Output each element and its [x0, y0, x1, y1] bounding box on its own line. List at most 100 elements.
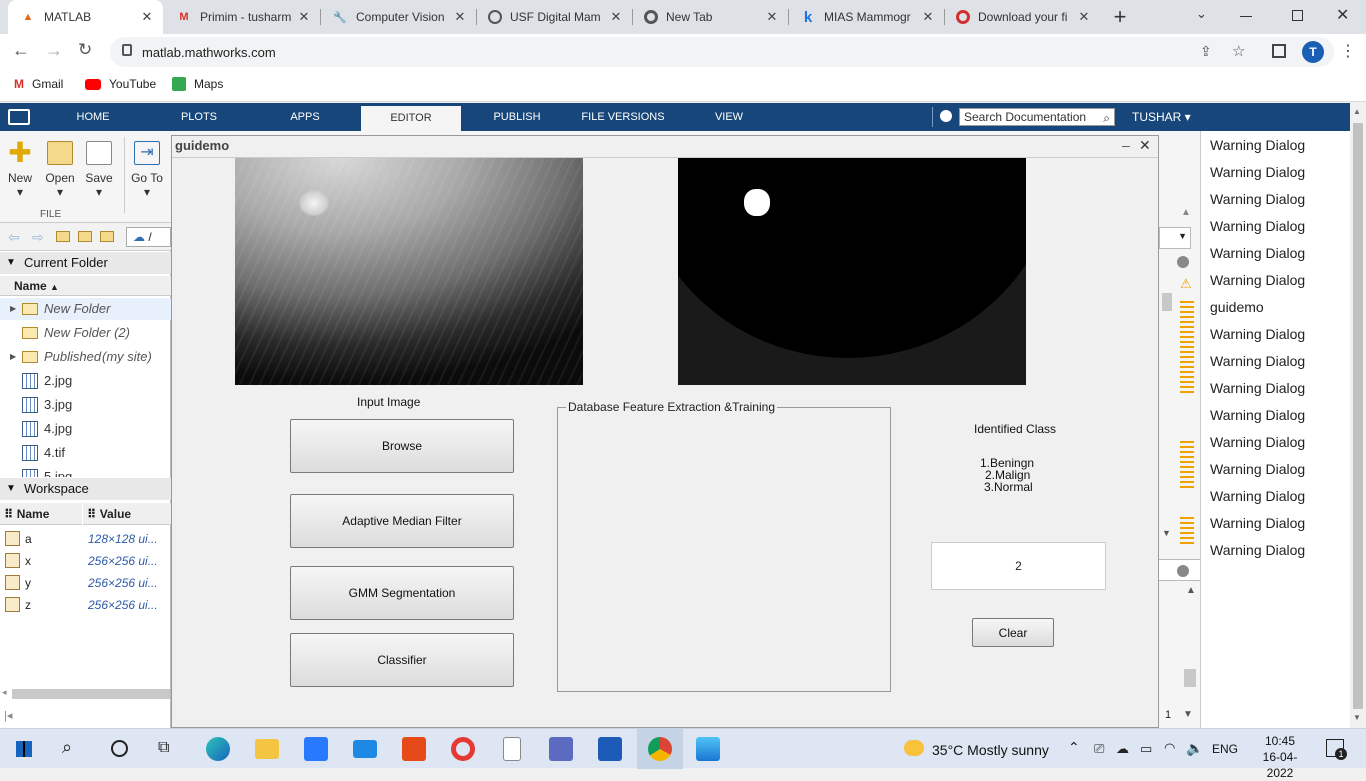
tab-matlab[interactable]: ▲ MATLAB ✕: [8, 0, 163, 34]
workspace-row[interactable]: z 256×256 ui...: [0, 594, 171, 616]
forward-icon[interactable]: →: [45, 40, 63, 61]
clear-button[interactable]: Clear: [972, 618, 1054, 647]
document-icon[interactable]: [503, 737, 521, 761]
tab-publish[interactable]: PUBLISH: [482, 103, 552, 131]
edge-icon[interactable]: [206, 737, 230, 761]
classifier-button[interactable]: Classifier: [290, 633, 514, 687]
tab-new-tab[interactable]: New Tab ✕: [636, 0, 786, 34]
tab-download[interactable]: Download your fi ✕: [948, 0, 1098, 34]
store-icon[interactable]: [304, 737, 328, 761]
tab-computer-vision[interactable]: 🔧 Computer Vision ✕: [324, 0, 474, 34]
result-output-field[interactable]: 2: [931, 542, 1106, 590]
notification-icon[interactable]: 1: [1326, 739, 1347, 760]
browse-button[interactable]: Browse: [290, 419, 514, 473]
close-icon[interactable]: ✕: [296, 9, 312, 25]
ws-value-column[interactable]: ⠿ Value: [83, 503, 171, 525]
volume-icon[interactable]: 🔈: [1186, 740, 1203, 757]
workspace-row[interactable]: a 128×128 ui...: [0, 528, 171, 550]
editor-dropdown[interactable]: ▼: [1159, 227, 1191, 249]
open-button[interactable]: Open ▾: [40, 137, 80, 199]
chevron-down-icon[interactable]: [1177, 565, 1189, 577]
new-button[interactable]: ✚ New ▾: [0, 137, 40, 200]
figure-list-item[interactable]: Warning Dialog: [1210, 407, 1305, 423]
minimize-icon[interactable]: –: [1122, 137, 1130, 153]
close-icon[interactable]: ✕: [608, 9, 624, 25]
figure-list-item[interactable]: guidemo: [1210, 299, 1264, 315]
search-folder-icon[interactable]: [100, 231, 114, 242]
chrome-taskbar-active[interactable]: [637, 729, 683, 769]
reload-icon[interactable]: ↻: [78, 40, 92, 60]
meet-now-icon[interactable]: ⎚: [1094, 741, 1104, 757]
figure-list-item[interactable]: Warning Dialog: [1210, 542, 1305, 558]
language-indicator[interactable]: ENG: [1212, 742, 1238, 756]
new-tab-button[interactable]: +: [1108, 4, 1132, 30]
close-icon[interactable]: ✕: [764, 9, 780, 25]
figure-list-item[interactable]: Warning Dialog: [1210, 461, 1305, 477]
scroll-up-icon[interactable]: ▲: [1186, 585, 1196, 596]
back-icon[interactable]: ←: [12, 40, 30, 61]
opera-icon[interactable]: [451, 737, 475, 761]
tab-plots[interactable]: PLOTS: [164, 103, 234, 131]
expand-icon[interactable]: ▶: [10, 346, 16, 368]
task-view-icon[interactable]: ⧉: [158, 739, 169, 757]
figure-list-item[interactable]: Warning Dialog: [1210, 326, 1305, 342]
search-icon[interactable]: ⌕: [1103, 110, 1110, 126]
browse-folder-icon[interactable]: [78, 231, 92, 242]
vertical-scrollbar-thumb[interactable]: [1162, 293, 1172, 311]
search-documentation-input[interactable]: Search Documentation ⌕: [959, 108, 1115, 126]
vertical-scrollbar-thumb[interactable]: [1184, 669, 1196, 687]
office-icon[interactable]: [402, 737, 426, 761]
teams-icon[interactable]: [549, 737, 573, 761]
figure-list-item[interactable]: Warning Dialog: [1210, 245, 1305, 261]
chevron-up-icon[interactable]: ⌃: [1068, 739, 1080, 756]
warning-icon[interactable]: ⚠: [1180, 277, 1194, 291]
workspace-row[interactable]: x 256×256 ui...: [0, 550, 171, 572]
close-icon[interactable]: ✕: [139, 9, 155, 25]
minimize-icon[interactable]: [1240, 16, 1252, 17]
figure-list-item[interactable]: Warning Dialog: [1210, 137, 1305, 153]
tab-view[interactable]: VIEW: [704, 103, 754, 131]
horizontal-scrollbar[interactable]: [12, 689, 170, 699]
workspace-header[interactable]: ▼ Workspace: [0, 478, 171, 500]
scroll-up-icon[interactable]: ▲: [1181, 207, 1191, 218]
bookmark-maps[interactable]: Maps: [172, 77, 223, 91]
back-icon[interactable]: ⇦: [8, 229, 20, 246]
photos-icon[interactable]: [696, 737, 720, 761]
current-folder-header[interactable]: ▼ Current Folder: [0, 252, 171, 274]
figure-list-item[interactable]: Warning Dialog: [1210, 488, 1305, 504]
goto-button[interactable]: ⇥ Go To ▾: [126, 137, 168, 199]
tab-file-versions[interactable]: FILE VERSIONS: [578, 103, 668, 131]
collapse-icon[interactable]: ▼: [6, 252, 16, 274]
tab-mias[interactable]: k MIAS Mammogr ✕: [792, 0, 942, 34]
ws-name-column[interactable]: ⠿ Name: [0, 503, 82, 525]
figure-list-item[interactable]: Warning Dialog: [1210, 434, 1305, 450]
page-scrollbar[interactable]: ▲ ▼: [1350, 103, 1366, 728]
weather-text[interactable]: 35°C Mostly sunny: [932, 742, 1049, 758]
scroll-left-icon[interactable]: ◂: [2, 687, 7, 698]
user-menu[interactable]: TUSHAR ▾: [1132, 103, 1191, 131]
word-icon[interactable]: [598, 737, 622, 761]
cortana-icon[interactable]: [111, 740, 128, 757]
layout-icon[interactable]: [8, 109, 30, 125]
scroll-down-icon[interactable]: ▼: [1353, 713, 1361, 722]
scrollbar-thumb[interactable]: [1353, 123, 1363, 709]
restore-icon[interactable]: [1292, 10, 1303, 21]
weather-icon[interactable]: [904, 740, 924, 756]
save-button[interactable]: Save ▾: [79, 137, 119, 199]
profile-avatar[interactable]: T: [1302, 41, 1324, 63]
window-titlebar[interactable]: guidemo – ✕: [172, 136, 1158, 158]
star-icon[interactable]: ☆: [1232, 42, 1245, 60]
expand-icon[interactable]: ▶: [10, 298, 16, 320]
file-item-new-folder[interactable]: ▶ New Folder: [0, 298, 171, 320]
chevron-down-icon[interactable]: ⌄: [1196, 6, 1207, 22]
workspace-row[interactable]: y 256×256 ui...: [0, 572, 171, 594]
close-icon[interactable]: ✕: [1139, 137, 1151, 154]
tab-home[interactable]: HOME: [58, 103, 128, 131]
name-column-header[interactable]: Name ▲: [0, 276, 171, 296]
share-icon[interactable]: ⇪: [1200, 43, 1212, 60]
bookmark-gmail[interactable]: M Gmail: [14, 77, 63, 91]
figure-list-item[interactable]: Warning Dialog: [1210, 191, 1305, 207]
gmm-segmentation-button[interactable]: GMM Segmentation: [290, 566, 514, 620]
help-icon[interactable]: [940, 110, 952, 122]
close-icon[interactable]: ✕: [920, 9, 936, 25]
